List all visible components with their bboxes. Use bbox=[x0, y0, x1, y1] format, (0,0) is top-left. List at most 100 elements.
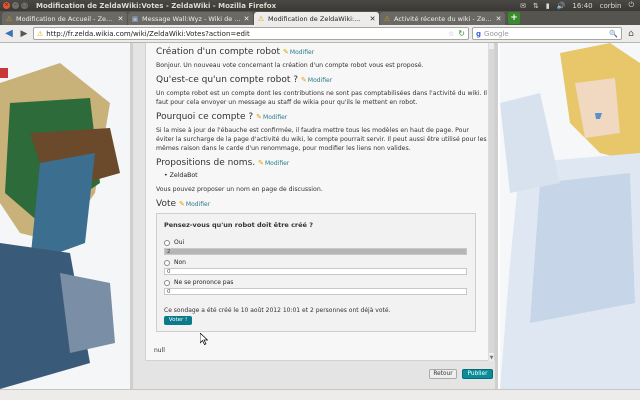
clock[interactable]: 16:40 bbox=[572, 2, 592, 10]
warning-icon: ⚠ bbox=[383, 14, 391, 23]
network-icon[interactable]: ⇅ bbox=[533, 2, 539, 10]
mouse-pointer-icon bbox=[200, 333, 208, 345]
search-icon[interactable]: 🔍 bbox=[609, 30, 618, 38]
section-title: Pourquoi ce compte ? bbox=[156, 112, 254, 122]
radio-button[interactable] bbox=[164, 259, 170, 266]
scroll-down-arrow-icon[interactable]: ▼ bbox=[489, 355, 494, 361]
forward-button[interactable]: ▶ bbox=[18, 28, 30, 40]
page-content: Création d'un compte robot ✎ Modifier Bon… bbox=[0, 43, 640, 389]
window-titlebar: × – □ Modification de ZeldaWiki:Votes - … bbox=[0, 0, 640, 11]
edit-section-link[interactable]: ✎ Modifier bbox=[283, 48, 314, 56]
user-name[interactable]: corbin bbox=[600, 2, 622, 10]
section-heading: Vote ✎ Modifier bbox=[156, 199, 488, 209]
close-icon[interactable]: ✕ bbox=[117, 15, 124, 23]
paragraph: Si la mise à jour de l'ébauche est confi… bbox=[156, 127, 487, 152]
poll-count: 0 bbox=[167, 289, 171, 295]
window-minimize-button[interactable]: – bbox=[12, 2, 19, 9]
tab-label: Activité récente du wiki - Ze... bbox=[394, 14, 492, 23]
edit-section-link[interactable]: ✎ Modifier bbox=[179, 200, 210, 208]
home-button[interactable]: ⌂ bbox=[625, 28, 637, 40]
null-text: null bbox=[154, 347, 165, 354]
edit-section-link[interactable]: ✎ Modifier bbox=[256, 113, 287, 121]
preview-panel: Création d'un compte robot ✎ Modifier Bon… bbox=[145, 43, 495, 361]
edit-label[interactable]: Modifier bbox=[186, 201, 210, 208]
tab-label: Modification de ZeldaWiki:... bbox=[268, 14, 361, 23]
section-title: Propositions de noms. bbox=[156, 158, 256, 168]
window-close-button[interactable]: × bbox=[3, 2, 10, 9]
refresh-icon[interactable]: ↻ bbox=[458, 29, 465, 38]
edit-section-link[interactable]: ✎ Modifier bbox=[258, 159, 289, 167]
tab-accueil[interactable]: ⚠ Modification de Accueil - Ze... ✕ bbox=[2, 12, 127, 25]
volume-icon[interactable]: 🔊 bbox=[557, 2, 566, 10]
wiki-icon: ▣ bbox=[131, 14, 139, 23]
power-icon[interactable]: ⏻ bbox=[628, 1, 634, 10]
background-art-left bbox=[0, 43, 130, 389]
mail-icon[interactable]: ✉ bbox=[520, 2, 526, 10]
scrollbar-thumb[interactable] bbox=[489, 49, 494, 353]
tab-label: Message Wall:Wyz - Wiki de ... bbox=[142, 14, 241, 23]
window-controls: × – □ bbox=[3, 2, 28, 9]
publish-button[interactable]: Publier bbox=[462, 369, 493, 379]
warning-icon: ⚠ bbox=[257, 14, 265, 23]
window-title: Modification de ZeldaWiki:Votes - ZeldaW… bbox=[36, 1, 277, 10]
close-icon[interactable]: ✕ bbox=[243, 15, 250, 23]
poll-option-non[interactable]: Non bbox=[164, 259, 467, 266]
window-maximize-button[interactable]: □ bbox=[21, 2, 28, 9]
google-icon[interactable]: g bbox=[476, 30, 481, 38]
poll-bar-fill bbox=[165, 249, 466, 254]
close-icon[interactable]: ✕ bbox=[369, 15, 376, 23]
tab-message-wall[interactable]: ▣ Message Wall:Wyz - Wiki de ... ✕ bbox=[128, 12, 253, 25]
search-placeholder: Google bbox=[484, 29, 509, 38]
edit-label[interactable]: Modifier bbox=[265, 160, 289, 167]
url-bar[interactable]: ⚠ http://fr.zelda.wikia.com/wiki/ZeldaWi… bbox=[33, 27, 469, 40]
radio-button[interactable] bbox=[164, 279, 170, 286]
poll-option-label: Non bbox=[174, 259, 186, 266]
list-item-text: ZeldaBot bbox=[169, 172, 198, 179]
edit-section-link[interactable]: ✎ Modifier bbox=[301, 76, 332, 84]
paragraph: Vous pouvez proposer un nom en page de d… bbox=[156, 186, 323, 193]
poll-option-oui[interactable]: Oui bbox=[164, 239, 467, 246]
section-heading: Propositions de noms. ✎ Modifier bbox=[156, 158, 488, 168]
paragraph: Un compte robot est un compte dont les c… bbox=[156, 90, 488, 106]
poll-count: 0 bbox=[167, 269, 171, 275]
bookmark-star-icon[interactable]: ☆ bbox=[448, 30, 454, 38]
new-tab-button[interactable]: + bbox=[508, 12, 520, 24]
poll-count: 2 bbox=[167, 249, 171, 255]
pencil-icon: ✎ bbox=[179, 200, 185, 208]
url-text[interactable]: http://fr.zelda.wikia.com/wiki/ZeldaWiki… bbox=[46, 30, 249, 38]
search-input[interactable]: g Google 🔍 bbox=[472, 27, 622, 40]
cancel-button[interactable]: Retour bbox=[429, 369, 457, 379]
pencil-icon: ✎ bbox=[258, 159, 264, 167]
edit-label[interactable]: Modifier bbox=[290, 49, 314, 56]
preview-scrollbar[interactable]: ▼ bbox=[488, 43, 494, 361]
poll-option-label: Oui bbox=[174, 239, 185, 246]
list-item: • ZeldaBot bbox=[164, 172, 198, 179]
poll-question: Pensez-vous qu'un robot doit être créé ? bbox=[164, 221, 313, 229]
edit-label[interactable]: Modifier bbox=[308, 77, 332, 84]
tab-modification-votes[interactable]: ⚠ Modification de ZeldaWiki:... ✕ bbox=[254, 12, 379, 25]
poll-result-bar: 0 bbox=[164, 268, 467, 275]
vote-button[interactable]: Voter ! bbox=[164, 316, 192, 325]
edit-label[interactable]: Modifier bbox=[263, 114, 287, 121]
back-button[interactable]: ◀ bbox=[3, 28, 15, 40]
system-tray: ✉ ⇅ ▮ 🔊 16:40 corbin ⏻ bbox=[520, 1, 634, 10]
radio-button[interactable] bbox=[164, 239, 170, 246]
pencil-icon: ✎ bbox=[256, 113, 263, 121]
editor-area: Création d'un compte robot ✎ Modifier Bon… bbox=[130, 43, 498, 389]
poll-result-bar: 2 bbox=[164, 248, 467, 255]
tab-bar: ⚠ Modification de Accueil - Ze... ✕ ▣ Me… bbox=[0, 11, 640, 25]
poll-footer: Ce sondage a été créé le 10 août 2012 10… bbox=[164, 307, 391, 314]
poll-box: Pensez-vous qu'un robot doit être créé ?… bbox=[156, 213, 476, 332]
pencil-icon: ✎ bbox=[301, 76, 307, 84]
paragraph: Bonjour. Un nouveau vote concernant la c… bbox=[156, 62, 424, 69]
tab-label: Modification de Accueil - Ze... bbox=[16, 14, 113, 23]
warning-icon: ⚠ bbox=[5, 14, 13, 23]
tab-activite-recente[interactable]: ⚠ Activité récente du wiki - Ze... ✕ bbox=[380, 12, 505, 25]
section-title: Vote bbox=[156, 199, 177, 209]
background-art-right bbox=[500, 43, 640, 389]
section-title: Création d'un compte robot bbox=[156, 47, 281, 57]
battery-icon[interactable]: ▮ bbox=[546, 2, 550, 10]
poll-result-bar: 0 bbox=[164, 288, 467, 295]
poll-option-ne-se-prononce-pas[interactable]: Ne se prononce pas bbox=[164, 279, 467, 286]
close-icon[interactable]: ✕ bbox=[495, 15, 502, 23]
